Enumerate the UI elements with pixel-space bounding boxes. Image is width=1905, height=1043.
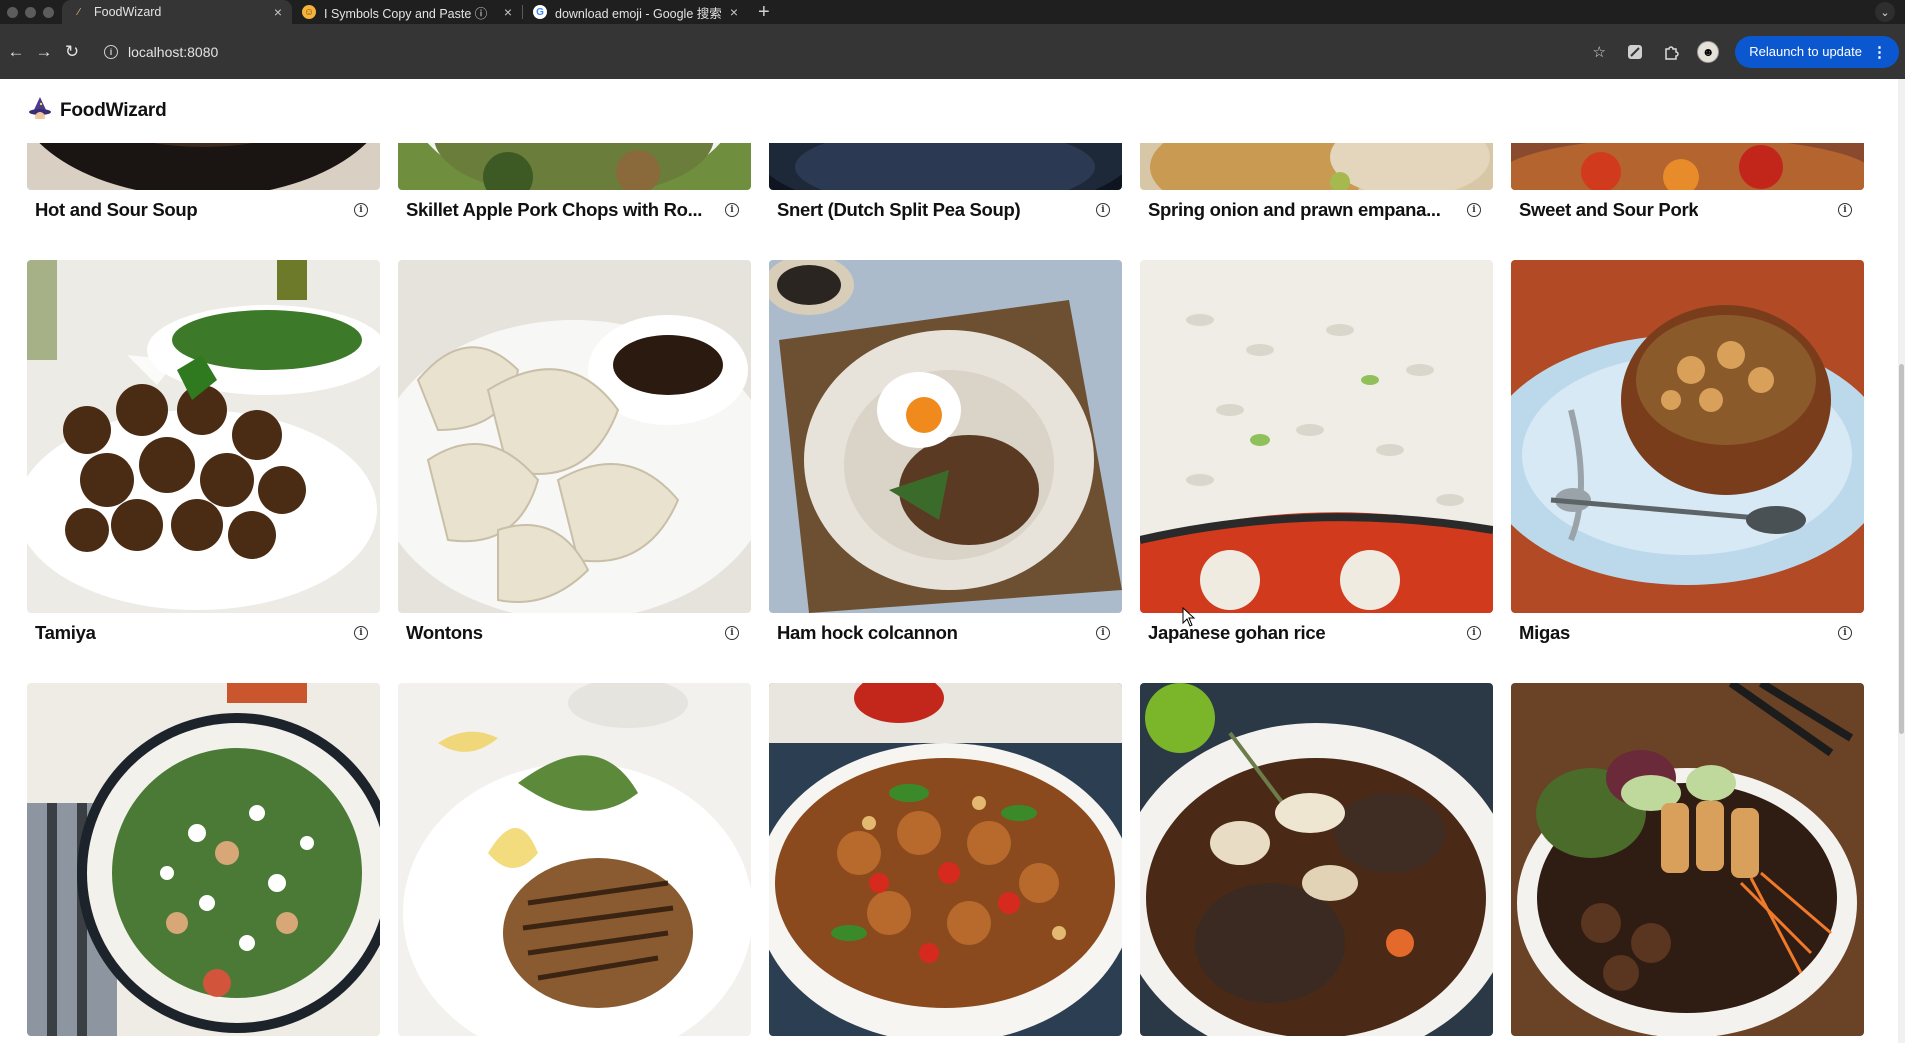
recipe-image[interactable]: [769, 260, 1122, 613]
recipe-image[interactable]: [398, 683, 751, 1036]
toolbar-actions: ☆ ☻ Relaunch to update ⋮: [1589, 24, 1905, 79]
info-icon[interactable]: i: [354, 626, 368, 640]
recipe-caption: Migas i: [1519, 622, 1852, 644]
recipe-card[interactable]: [398, 683, 751, 1036]
page-viewport: FoodWizard Hot and Sour Soup i Skillet A…: [0, 79, 1905, 1043]
close-tab-icon[interactable]: ×: [274, 4, 282, 20]
profile-avatar[interactable]: ☻: [1697, 40, 1720, 63]
recipe-image[interactable]: [1140, 260, 1493, 613]
wizard-logo-icon[interactable]: [26, 96, 54, 126]
recipe-name[interactable]: Skillet Apple Pork Chops with Ro...: [406, 199, 702, 221]
recipe-name[interactable]: Wontons: [406, 622, 483, 644]
info-icon[interactable]: i: [1838, 626, 1852, 640]
page-scrollbar[interactable]: [1898, 79, 1905, 1043]
recipe-caption: Hot and Sour Soup i: [35, 199, 368, 221]
recipe-name[interactable]: Hot and Sour Soup: [35, 199, 197, 221]
browser-tab-symbols[interactable]: ☺ I Symbols Copy and Paste ⓘ ×: [292, 0, 522, 24]
extensions-puzzle-icon[interactable]: [1661, 42, 1681, 62]
recipe-image[interactable]: [1511, 260, 1864, 613]
mouse-pointer-icon: [1182, 607, 1196, 627]
recipe-card[interactable]: [1511, 683, 1864, 1036]
window-controls: [0, 0, 62, 24]
recipe-image[interactable]: [27, 260, 380, 613]
info-icon[interactable]: i: [725, 626, 739, 640]
recipe-name[interactable]: Migas: [1519, 622, 1570, 644]
minimize-window-button[interactable]: [25, 6, 36, 18]
address-bar[interactable]: i localhost:8080: [96, 35, 1496, 69]
info-icon[interactable]: i: [1096, 626, 1110, 640]
back-arrow-icon[interactable]: ←: [2, 38, 30, 66]
recipe-caption: Japanese gohan rice i: [1148, 622, 1481, 644]
google-icon: G: [533, 5, 547, 19]
recipe-caption: Wontons i: [406, 622, 739, 644]
relaunch-label: Relaunch to update: [1749, 44, 1862, 59]
recipe-name[interactable]: Tamiya: [35, 622, 96, 644]
brand-name[interactable]: FoodWizard: [60, 100, 167, 122]
recipe-image[interactable]: [398, 260, 751, 613]
reload-icon[interactable]: ↻: [58, 38, 86, 66]
tab-search-chevron-icon[interactable]: ⌄: [1875, 2, 1895, 22]
browser-tab-google[interactable]: G download emoji - Google 搜索 ×: [523, 0, 748, 24]
relaunch-button[interactable]: Relaunch to update ⋮: [1735, 35, 1899, 68]
forward-arrow-icon[interactable]: →: [30, 38, 58, 66]
recipe-card[interactable]: Wontons i: [398, 260, 751, 643]
info-icon[interactable]: i: [1096, 203, 1110, 217]
recipe-card[interactable]: [1140, 683, 1493, 1036]
info-icon[interactable]: i: [1467, 203, 1481, 217]
recipe-name[interactable]: Snert (Dutch Split Pea Soup): [777, 199, 1020, 221]
scrollbar-thumb[interactable]: [1899, 364, 1904, 734]
app-header: FoodWizard: [0, 79, 1898, 143]
site-info-icon[interactable]: i: [104, 44, 118, 59]
recipe-card[interactable]: Migas i: [1511, 260, 1864, 643]
recipe-caption: Skillet Apple Pork Chops with Ro... i: [406, 199, 739, 221]
tab-title: FoodWizard: [94, 5, 162, 19]
browser-tab-foodwizard[interactable]: ⁄ FoodWizard ×: [62, 0, 292, 24]
recipe-card[interactable]: [769, 683, 1122, 1036]
recipe-image[interactable]: [27, 683, 380, 1036]
info-icon[interactable]: i: [1467, 626, 1481, 640]
recipe-card[interactable]: [27, 683, 380, 1036]
tab-title: download emoji - Google 搜索: [555, 6, 722, 21]
recipe-caption: Snert (Dutch Split Pea Soup) i: [777, 199, 1110, 221]
recipe-name[interactable]: Ham hock colcannon: [777, 622, 958, 644]
recipe-image[interactable]: [1511, 683, 1864, 1036]
recipe-caption: Tamiya i: [35, 622, 368, 644]
browser-toolbar: ← → ↻ i localhost:8080 ☆ ☻ Relaunch to u…: [0, 24, 1905, 79]
url-text[interactable]: localhost:8080: [128, 44, 218, 60]
extension-pen-icon[interactable]: [1625, 42, 1645, 62]
recipe-card[interactable]: Ham hock colcannon i: [769, 260, 1122, 643]
smiley-icon: ☺: [302, 5, 316, 19]
zoom-window-button[interactable]: [43, 6, 54, 18]
recipe-name[interactable]: Japanese gohan rice: [1148, 622, 1325, 644]
wand-icon: ⁄: [78, 6, 80, 18]
recipe-name[interactable]: Spring onion and prawn empana...: [1148, 199, 1441, 221]
recipe-card[interactable]: Japanese gohan rice i: [1140, 260, 1493, 643]
recipe-caption: Sweet and Sour Pork i: [1519, 199, 1852, 221]
recipe-caption: Ham hock colcannon i: [777, 622, 1110, 644]
close-window-button[interactable]: [7, 6, 18, 18]
recipe-image[interactable]: [769, 683, 1122, 1036]
browser-tab-strip: ⁄ FoodWizard × ☺ I Symbols Copy and Past…: [0, 0, 1905, 24]
recipe-name[interactable]: Sweet and Sour Pork: [1519, 199, 1698, 221]
info-icon[interactable]: i: [354, 203, 368, 217]
close-tab-icon[interactable]: ×: [730, 4, 738, 20]
new-tab-button[interactable]: +: [748, 0, 780, 24]
close-tab-icon[interactable]: ×: [504, 4, 512, 20]
info-icon[interactable]: i: [1838, 203, 1852, 217]
more-menu-icon: ⋮: [1872, 43, 1887, 61]
tab-title: I Symbols Copy and Paste ⓘ: [324, 6, 488, 21]
recipe-card[interactable]: Tamiya i: [27, 260, 380, 643]
recipe-image[interactable]: [1140, 683, 1493, 1036]
recipe-caption: Spring onion and prawn empana... i: [1148, 199, 1481, 221]
info-icon[interactable]: i: [725, 203, 739, 217]
bookmark-star-icon[interactable]: ☆: [1589, 42, 1609, 62]
